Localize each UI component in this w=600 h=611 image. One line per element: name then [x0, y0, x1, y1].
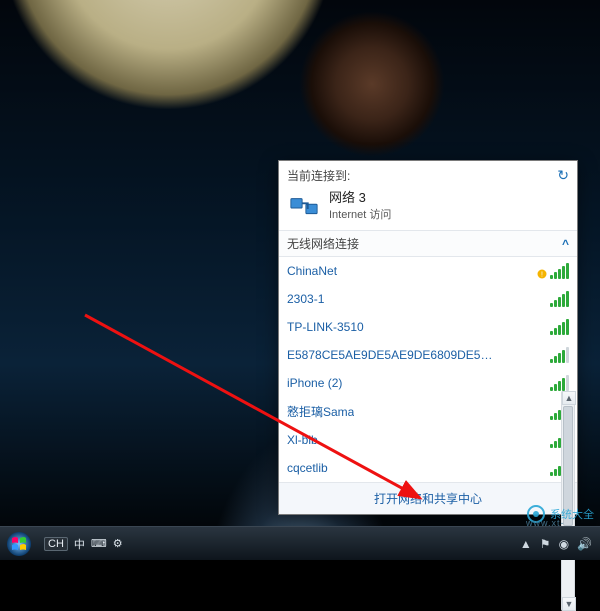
svg-text:!: ! [541, 272, 543, 279]
wifi-signal-icon [550, 291, 569, 307]
wifi-network-item[interactable]: TP-LINK-3510 [279, 313, 577, 341]
current-network-access: Internet 访问 [329, 206, 391, 222]
warning-icon: ! [537, 269, 547, 279]
wifi-ssid: iPhone (2) [287, 376, 342, 390]
network-flyout: 当前连接到: ↻ 网络 3 Internet 访问 无线网络连接 ^ China… [278, 160, 578, 515]
wifi-network-item[interactable]: 憝拒璃Sama [279, 397, 577, 426]
ime-menu-icon[interactable]: ⚙ [113, 537, 123, 550]
wifi-ssid: 憝拒璃Sama [287, 403, 354, 420]
wifi-signal-icon [550, 375, 569, 391]
wifi-network-item[interactable]: Xl-bib [279, 426, 577, 454]
wifi-ssid: E5878CE5AE9DE5AE9DE6809DE5AF86E8BEBE [287, 348, 497, 362]
scroll-up-button[interactable]: ▲ [562, 391, 576, 405]
scrollbar-track[interactable]: ▲ ▼ [561, 391, 575, 611]
taskbar: CH 中 ⌨ ⚙ ▲ ⚑ ◉ 🔊 [0, 526, 600, 560]
scroll-down-button[interactable]: ▼ [562, 597, 576, 611]
language-badge[interactable]: CH [44, 537, 68, 551]
wifi-network-item[interactable]: E5878CE5AE9DE5AE9DE6809DE5AF86E8BEBE [279, 341, 577, 369]
wifi-signal-icon [550, 347, 569, 363]
refresh-icon[interactable]: ↻ [557, 167, 569, 184]
wifi-network-item[interactable]: cqcetlib [279, 454, 577, 482]
wifi-ssid: Xl-bib [287, 433, 318, 447]
wifi-ssid: TP-LINK-3510 [287, 320, 364, 334]
wifi-ssid: cqcetlib [287, 461, 328, 475]
watermark: 系统大全 www.xt-os.com [526, 504, 594, 524]
wifi-ssid: ChinaNet [287, 264, 337, 278]
ime-keyboard-icon[interactable]: ⌨ [91, 537, 107, 550]
wireless-section-header[interactable]: 无线网络连接 ^ [279, 230, 577, 257]
wireless-section-label: 无线网络连接 [287, 235, 359, 252]
wireless-network-list: ChinaNet! 2303-1 TP-LINK-3510 E5878CE5AE9DE… [279, 257, 577, 482]
tray-overflow-icon[interactable]: ▲ [520, 537, 532, 551]
network-tray-icon[interactable]: ◉ [559, 537, 569, 551]
wifi-ssid: 2303-1 [287, 292, 324, 306]
network-adapter-icon [289, 193, 319, 219]
wifi-network-item[interactable]: ChinaNet! [279, 257, 577, 285]
action-center-icon[interactable]: ⚑ [540, 537, 551, 551]
collapse-icon[interactable]: ^ [562, 237, 569, 251]
wifi-network-item[interactable]: iPhone (2) [279, 369, 577, 397]
start-button[interactable] [0, 527, 38, 561]
wifi-signal-icon [550, 319, 569, 335]
current-connection: 网络 3 Internet 访问 [279, 186, 577, 230]
volume-tray-icon[interactable]: 🔊 [577, 537, 592, 551]
wifi-signal-icon: ! [537, 263, 569, 279]
language-bar[interactable]: CH 中 ⌨ ⚙ [38, 527, 129, 560]
current-network-name: 网络 3 [329, 190, 391, 206]
flyout-header-label: 当前连接到: [287, 167, 350, 184]
ime-mode-label[interactable]: 中 [74, 536, 85, 552]
wifi-network-item[interactable]: 2303-1 [279, 285, 577, 313]
